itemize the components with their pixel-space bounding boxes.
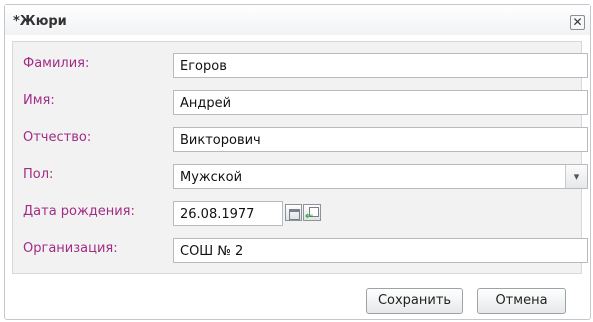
patronymic-row: Отчество: Викторович [13, 127, 588, 153]
gender-row: Пол: Мужской ▾ [13, 164, 588, 190]
calendar-today-icon[interactable]: ⇐ [303, 204, 321, 222]
birth-date-field[interactable]: 26.08.1977 [173, 201, 283, 226]
last-name-field[interactable]: Егоров [173, 53, 588, 78]
form-panel: Фамилия: Егоров Имя: Андрей Отчество: Ви… [12, 41, 588, 274]
last-name-row: Фамилия: Егоров [13, 53, 588, 79]
birth-date-label: Дата рождения: [23, 204, 135, 219]
birth-date-row: Дата рождения: 26.08.1977 ⇐ [13, 201, 581, 227]
arrow-left-icon: ⇐ [305, 211, 314, 222]
organization-field[interactable]: СОШ № 2 [173, 238, 588, 263]
organization-row: Организация: СОШ № 2 [13, 238, 588, 264]
calendar-icon[interactable] [285, 204, 302, 221]
dialog-titlebar: *Жюри ✕ [5, 5, 590, 35]
organization-label: Организация: [23, 241, 118, 256]
gender-label: Пол: [23, 167, 54, 182]
gender-selected-value: Мужской [180, 170, 243, 185]
save-button[interactable]: Сохранить [366, 288, 463, 314]
dialog-title: *Жюри [13, 14, 67, 29]
first-name-label: Имя: [23, 93, 55, 108]
gender-select[interactable]: Мужской ▾ [173, 164, 588, 189]
patronymic-label: Отчество: [23, 130, 92, 145]
first-name-row: Имя: Андрей [13, 90, 588, 116]
close-icon[interactable]: ✕ [570, 15, 585, 30]
cancel-button[interactable]: Отмена [477, 288, 566, 314]
chevron-down-icon[interactable]: ▾ [565, 165, 587, 188]
patronymic-field[interactable]: Викторович [173, 127, 588, 152]
first-name-field[interactable]: Андрей [173, 90, 588, 115]
jury-dialog: *Жюри ✕ Фамилия: Егоров Имя: Андрей Отче… [4, 4, 591, 320]
last-name-label: Фамилия: [23, 56, 90, 71]
